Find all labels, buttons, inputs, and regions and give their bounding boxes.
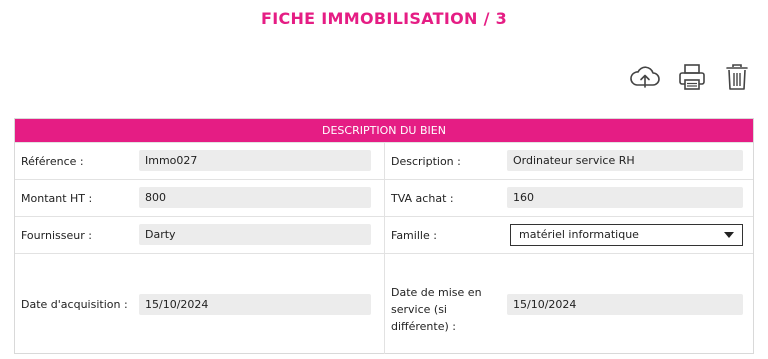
upload-button[interactable] xyxy=(628,60,662,94)
tva-achat-label: TVA achat : xyxy=(391,192,454,205)
page-title: FICHE IMMOBILISATION / 3 xyxy=(260,9,508,28)
description-label: Description : xyxy=(391,155,461,168)
form-row: Montant HT : 800 TVA achat : 160 xyxy=(15,179,753,216)
fournisseur-field[interactable]: Darty xyxy=(139,224,371,245)
fournisseur-label: Fournisseur : xyxy=(21,229,92,242)
chevron-down-icon xyxy=(724,232,734,238)
description-panel: DESCRIPTION DU BIEN Référence : Immo027 … xyxy=(14,118,754,354)
tva-achat-field[interactable]: 160 xyxy=(507,187,743,208)
date-mise-service-label: Date de mise en service (si différente) … xyxy=(391,284,482,335)
trash-icon xyxy=(726,64,748,90)
column-divider xyxy=(384,217,385,253)
delete-button[interactable] xyxy=(720,60,754,94)
date-acquisition-field[interactable]: 15/10/2024 xyxy=(139,294,371,315)
print-button[interactable] xyxy=(675,60,709,94)
column-divider xyxy=(384,180,385,216)
date-acquisition-label: Date d'acquisition : xyxy=(21,298,128,311)
date-mise-service-label-line: Date de mise en xyxy=(391,286,482,299)
famille-select[interactable]: matériel informatique xyxy=(510,224,743,246)
printer-icon xyxy=(679,64,705,90)
column-divider xyxy=(384,254,385,354)
section-header: DESCRIPTION DU BIEN xyxy=(15,119,753,142)
cloud-upload-icon xyxy=(630,66,660,88)
description-field[interactable]: Ordinateur service RH xyxy=(507,150,743,171)
famille-selected-value: matériel informatique xyxy=(519,228,639,241)
reference-label: Référence : xyxy=(21,155,84,168)
date-mise-service-field[interactable]: 15/10/2024 xyxy=(507,294,743,315)
form-row: Référence : Immo027 Description : Ordina… xyxy=(15,142,753,179)
reference-field[interactable]: Immo027 xyxy=(139,150,371,171)
famille-label: Famille : xyxy=(391,229,437,242)
column-divider xyxy=(384,143,385,179)
action-toolbar xyxy=(628,60,752,94)
montant-ht-label: Montant HT : xyxy=(21,192,93,205)
date-mise-service-label-line: différente) : xyxy=(391,320,456,333)
form-row: Date d'acquisition : 15/10/2024 Date de … xyxy=(15,253,753,354)
form-row: Fournisseur : Darty Famille : matériel i… xyxy=(15,216,753,253)
montant-ht-field[interactable]: 800 xyxy=(139,187,371,208)
date-mise-service-label-line: service (si xyxy=(391,303,447,316)
